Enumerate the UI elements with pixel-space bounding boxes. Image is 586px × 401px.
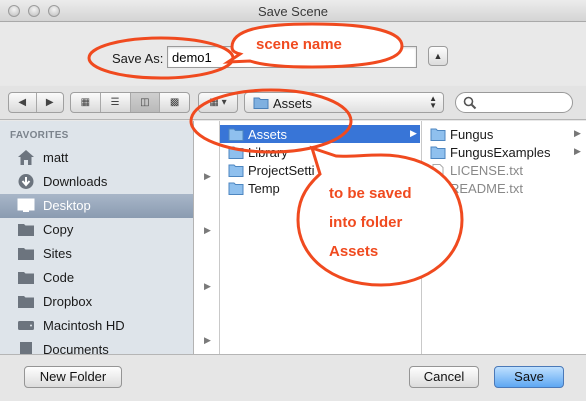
save-as-highlight-ring bbox=[87, 36, 235, 80]
annotation-overlay bbox=[87, 22, 464, 287]
scene-name-annotation: scene name bbox=[256, 36, 342, 53]
folder-annotation-line2: into folder bbox=[329, 214, 403, 231]
folder-annotation-line3: Assets bbox=[329, 243, 379, 260]
folder-annotation-line1: to be saved bbox=[329, 185, 412, 202]
assets-highlight-ring bbox=[189, 88, 353, 154]
